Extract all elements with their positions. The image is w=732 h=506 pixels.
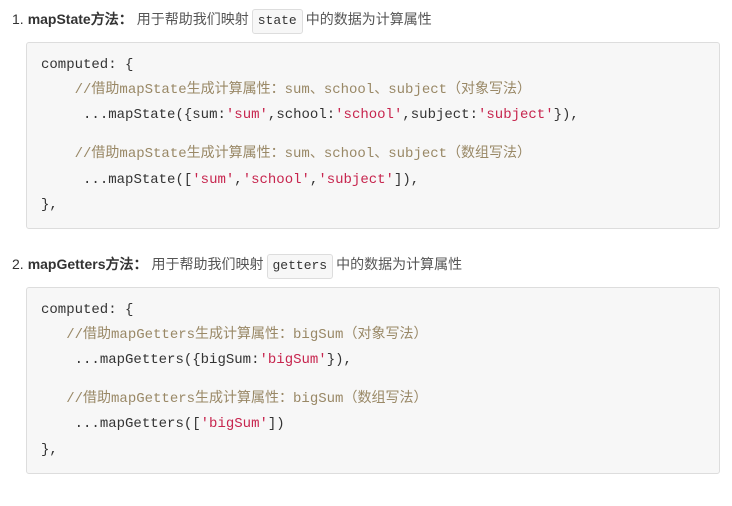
tok-spread: ... (83, 172, 108, 188)
list-number: 1. (12, 8, 24, 30)
tok-punc: ([ (184, 416, 201, 432)
tok-str: 'bigSum' (201, 416, 268, 432)
colon: ： (119, 8, 133, 30)
inline-code-state: state (252, 9, 303, 34)
tok-punc: ]) (268, 416, 285, 432)
tok-str: 'sum' (226, 107, 268, 123)
method-name: mapGetters方法 (28, 253, 134, 275)
inline-code-getters: getters (267, 254, 334, 279)
tok-fn: mapGetters (100, 416, 184, 432)
colon: ： (134, 253, 148, 275)
section-mapstate: 1. mapState方法 ： 用于帮助我们映射 state 中的数据为计算属性… (12, 8, 720, 229)
tok-key-subject: subject (411, 107, 470, 123)
tok-spread: ... (83, 107, 108, 123)
method-name: mapState方法 (28, 8, 119, 30)
code-block-mapstate: computed: { //借助mapState生成计算属性：sum、schoo… (26, 42, 720, 229)
tok-spread: ... (75, 352, 100, 368)
section-mapgetters: 2. mapGetters方法 ： 用于帮助我们映射 getters 中的数据为… (12, 253, 720, 474)
tok-str: 'school' (335, 107, 402, 123)
list-number: 2. (12, 253, 24, 275)
tok-punc: : (217, 107, 225, 123)
blank-line (41, 128, 705, 142)
tok-punc: ([ (175, 172, 192, 188)
tok-computed: computed (41, 302, 108, 318)
tok-spread: ... (75, 416, 100, 432)
tok-str: 'subject' (478, 107, 554, 123)
code-block-mapgetters: computed: { //借助mapGetters生成计算属性：bigSum（… (26, 287, 720, 474)
desc-pre: 用于帮助我们映射 (152, 253, 264, 275)
tok-punc: ({ (175, 107, 192, 123)
tok-end: }, (41, 197, 58, 213)
section-header: 1. mapState方法 ： 用于帮助我们映射 state 中的数据为计算属性 (12, 8, 720, 34)
tok-str: 'sum' (192, 172, 234, 188)
tok-punc: }), (327, 352, 352, 368)
tok-fn: mapState (108, 172, 175, 188)
tok-key-bigsum: bigSum (201, 352, 251, 368)
code-comment: //借助mapState生成计算属性：sum、school、subject（对象… (75, 82, 531, 98)
tok-punc: ]), (394, 172, 419, 188)
desc-post: 中的数据为计算属性 (336, 253, 462, 275)
desc-pre: 用于帮助我们映射 (137, 8, 249, 30)
tok-fn: mapGetters (100, 352, 184, 368)
tok-punc: }), (554, 107, 579, 123)
tok-key-sum: sum (192, 107, 217, 123)
tok-fn: mapState (108, 107, 175, 123)
tok-computed: computed (41, 57, 108, 73)
tok-punc: ({ (184, 352, 201, 368)
code-comment: //借助mapGetters生成计算属性：bigSum（数组写法） (66, 391, 427, 407)
section-header: 2. mapGetters方法 ： 用于帮助我们映射 getters 中的数据为… (12, 253, 720, 279)
tok-punc: : (470, 107, 478, 123)
tok-punc: : (327, 107, 335, 123)
tok-key-school: school (276, 107, 326, 123)
tok-str: 'bigSum' (259, 352, 326, 368)
tok-punc: , (234, 172, 242, 188)
tok-end: }, (41, 442, 58, 458)
tok-punc: : { (108, 57, 133, 73)
tok-punc: : { (108, 302, 133, 318)
blank-line (41, 373, 705, 387)
code-comment: //借助mapState生成计算属性：sum、school、subject（数组… (75, 146, 531, 162)
tok-str: 'school' (243, 172, 310, 188)
code-comment: //借助mapGetters生成计算属性：bigSum（对象写法） (66, 327, 427, 343)
tok-str: 'subject' (318, 172, 394, 188)
desc-post: 中的数据为计算属性 (306, 8, 432, 30)
tok-punc: , (402, 107, 410, 123)
